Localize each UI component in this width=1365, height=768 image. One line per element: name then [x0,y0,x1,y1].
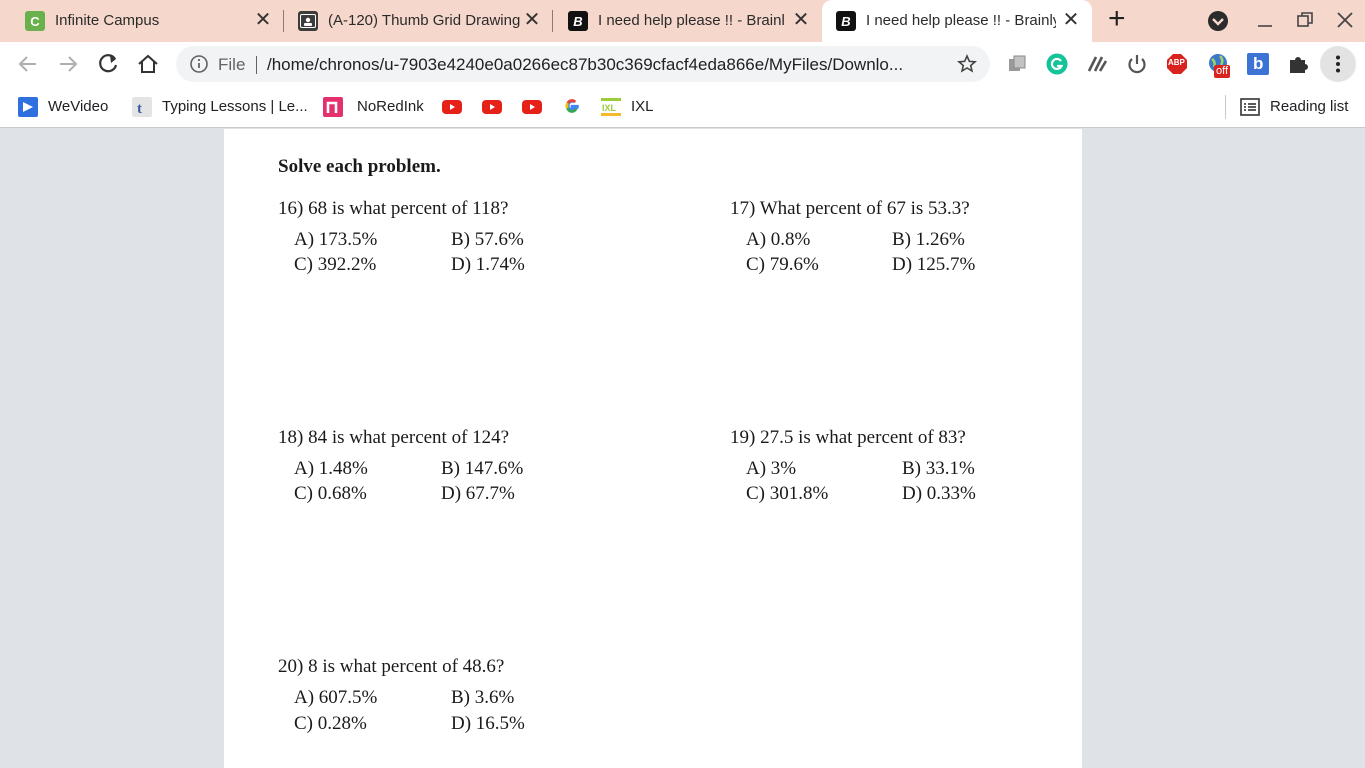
toolbar: File /home/chronos/u-7903e4240e0a0266ec8… [0,42,1365,86]
choice-a: A) 0.8% [746,229,811,250]
choice-d: D) 16.5% [451,713,525,734]
problem-question: 17) What percent of 67 is 53.3? [730,198,970,219]
noredink-icon [323,97,343,117]
bookmarks-divider [1225,95,1226,119]
ixl-icon: IXL [601,98,621,116]
bookmarks-bar: WeVideo t Typing Lessons | Le... NoRedIn… [0,86,1365,128]
close-icon[interactable]: ✕ [521,9,543,31]
infinite-campus-icon: C [25,11,45,31]
choice-b: B) 147.6% [441,458,524,479]
scheme-label: File [218,55,246,74]
reading-list-label: Reading list [1270,98,1349,115]
tab-title: I need help please !! - Brainly [598,12,784,29]
choice-b: B) 1.26% [892,229,965,250]
b-extension-label: b [1253,54,1264,73]
brainly-icon: B [836,11,856,31]
problem-question: 20) 8 is what percent of 48.6? [278,656,505,677]
choice-a: A) 3% [746,458,797,479]
home-icon[interactable] [135,51,161,77]
reading-list-icon [1240,98,1260,116]
minimize-icon[interactable] [1256,12,1274,30]
pencil-extension-icon[interactable] [1086,53,1108,75]
adblock-label: ABP [1168,58,1185,67]
wevideo-icon [18,97,38,117]
power-icon[interactable] [1126,53,1148,75]
choice-b: B) 3.6% [451,687,515,708]
window-close-icon[interactable] [1336,11,1354,29]
copy-extension-icon[interactable] [1006,53,1028,75]
choice-b: B) 33.1% [902,458,975,479]
choice-d: D) 0.33% [902,483,976,504]
new-tab-button[interactable]: + [1108,4,1126,34]
adblock-plus-icon[interactable]: ABP [1166,53,1188,75]
off-badge: off [1214,65,1231,78]
more-vert-icon [1336,55,1340,73]
classroom-icon [298,11,318,31]
choice-a: A) 607.5% [294,687,378,708]
reload-icon[interactable] [95,51,121,77]
b-extension-icon[interactable]: b [1247,53,1269,75]
choice-d: D) 125.7% [892,254,976,275]
choice-c: C) 0.68% [294,483,367,504]
brainly-icon: B [568,11,588,31]
restore-icon[interactable] [1296,11,1314,29]
bookmark-label: WeVideo [48,98,109,115]
tab-search-icon[interactable] [1207,10,1229,32]
typing-icon: t [132,97,152,117]
youtube-icon[interactable] [522,98,542,116]
url-text[interactable]: /home/chronos/u-7903e4240e0a0266ec87b30c… [267,55,947,75]
address-bar[interactable]: File /home/chronos/u-7903e4240e0a0266ec8… [176,46,990,82]
bookmark-star-icon[interactable] [957,54,977,74]
bookmark-label: Typing Lessons | Le... [162,98,308,115]
problem-question: 18) 84 is what percent of 124? [278,427,510,448]
google-icon[interactable] [562,97,582,115]
tab-strip: C Infinite Campus ✕ (A-120) Thumb Grid D… [0,0,1365,42]
tab-infinite-campus[interactable]: C Infinite Campus ✕ [0,0,283,42]
back-icon[interactable] [15,51,41,77]
choice-a: A) 173.5% [294,229,378,250]
youtube-icon[interactable] [442,98,462,116]
info-icon[interactable] [190,55,208,73]
globe-extension-icon[interactable]: off [1207,53,1231,78]
tab-brainly-1[interactable]: B I need help please !! - Brainly ✕ [543,0,822,42]
tab-title: I need help please !! - Brainly [866,12,1056,29]
close-icon[interactable]: ✕ [1060,9,1082,31]
document-viewer[interactable]: Solve each problem. 16) 68 is what perce… [0,129,1365,768]
bookmark-typing-lessons[interactable]: t Typing Lessons | Le... [132,96,312,118]
svg-text:IXL: IXL [602,103,617,113]
choice-b: B) 57.6% [451,229,524,250]
close-icon[interactable]: ✕ [252,9,274,31]
document-page: Solve each problem. 16) 68 is what perce… [224,129,1082,768]
bookmark-wevideo[interactable]: WeVideo [18,96,118,118]
problem-question: 19) 27.5 is what percent of 83? [730,427,966,448]
tab-brainly-active[interactable]: B I need help please !! - Brainly ✕ [822,0,1092,42]
bookmark-ixl[interactable]: IXL IXL [601,96,661,118]
bookmark-noredink[interactable]: NoRedInk [323,96,428,118]
problem-question: 16) 68 is what percent of 118? [278,198,509,219]
omnibox-divider [256,56,257,74]
svg-text:t: t [137,101,142,117]
browser-menu-button[interactable] [1320,46,1356,82]
forward-icon[interactable] [55,51,81,77]
bookmark-label: IXL [631,98,654,115]
extensions-puzzle-icon[interactable] [1287,53,1309,75]
tab-title: Infinite Campus [55,12,160,29]
instructions-heading: Solve each problem. [278,156,441,177]
tab-title: (A-120) Thumb Grid Drawing [328,12,521,29]
bookmark-label: NoRedInk [357,98,424,115]
choice-d: D) 1.74% [451,254,525,275]
choice-c: C) 392.2% [294,254,377,275]
choice-c: C) 0.28% [294,713,367,734]
reading-list-button[interactable]: Reading list [1240,96,1355,118]
choice-c: C) 301.8% [746,483,829,504]
choice-d: D) 67.7% [441,483,515,504]
grammarly-icon[interactable] [1046,53,1068,75]
choice-a: A) 1.48% [294,458,368,479]
close-icon[interactable]: ✕ [790,9,812,31]
youtube-icon[interactable] [482,98,502,116]
tab-thumb-grid[interactable]: (A-120) Thumb Grid Drawing ✕ [273,0,552,42]
choice-c: C) 79.6% [746,254,819,275]
